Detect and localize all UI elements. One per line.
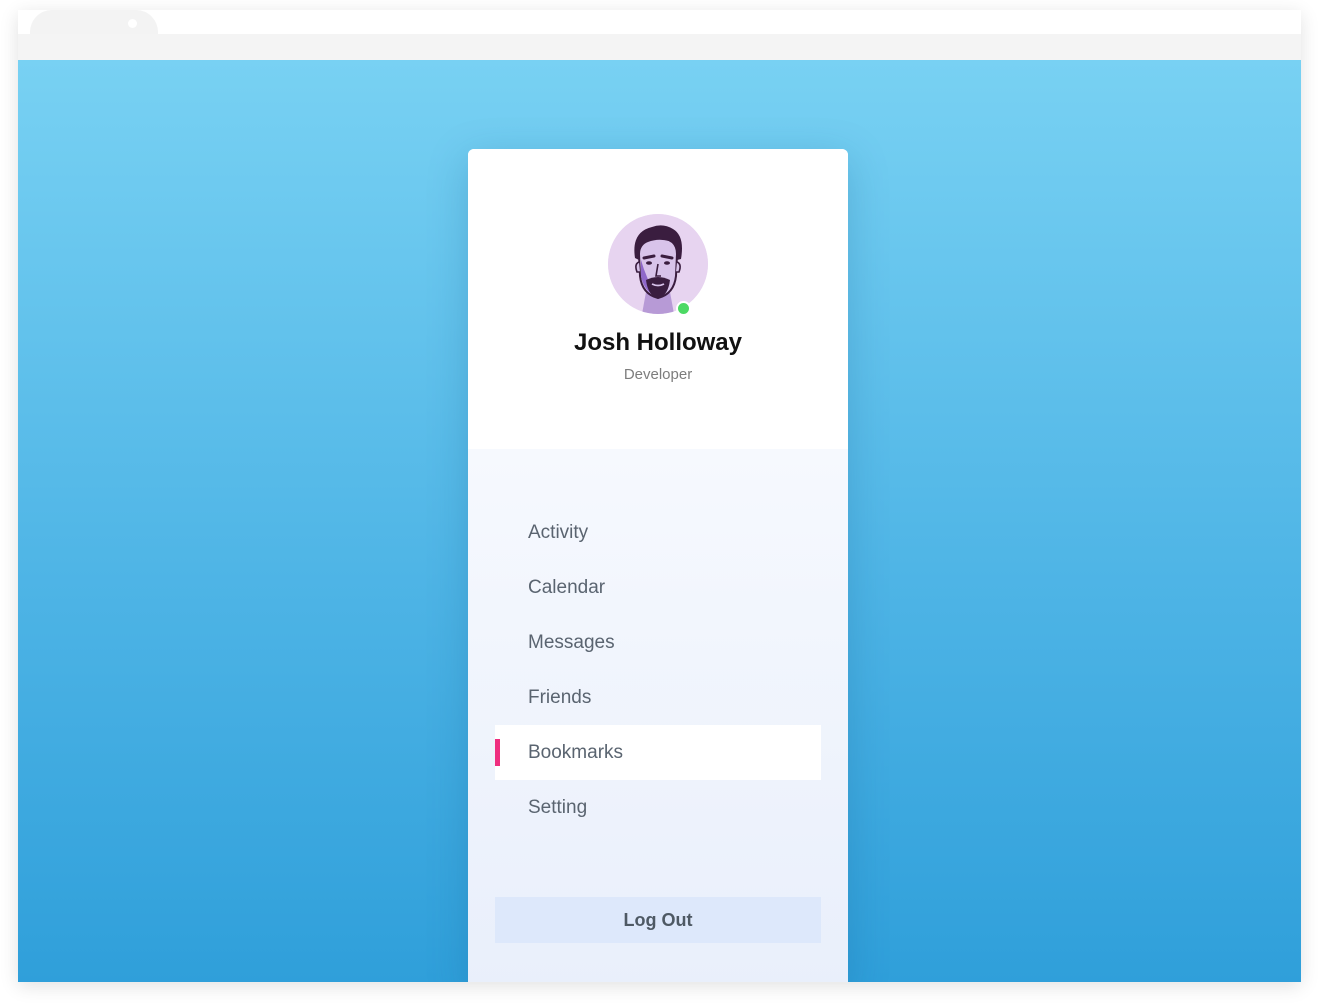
page-viewport: Josh Holloway Developer Activity Calenda… xyxy=(18,60,1301,982)
tab-dot-icon xyxy=(128,19,137,28)
user-role: Developer xyxy=(623,366,693,383)
menu-item-label: Messages xyxy=(528,632,615,653)
menu-item-label: Friends xyxy=(528,687,592,708)
menu-item-activity[interactable]: Activity xyxy=(495,505,821,560)
navigation-menu: Activity Calendar Messages Friends Bookm… xyxy=(468,449,848,982)
menu-item-label: Activity xyxy=(528,522,589,543)
menu-list: Activity Calendar Messages Friends Bookm… xyxy=(495,505,821,835)
profile-header: Josh Holloway Developer xyxy=(468,149,848,449)
browser-window: Josh Holloway Developer Activity Calenda… xyxy=(18,10,1301,982)
menu-item-label: Setting xyxy=(528,797,588,818)
menu-item-messages[interactable]: Messages xyxy=(495,615,821,670)
avatar[interactable] xyxy=(608,214,708,314)
menu-item-bookmarks[interactable]: Bookmarks xyxy=(495,725,821,780)
avatar-illustration-icon xyxy=(608,214,708,314)
menu-item-calendar[interactable]: Calendar xyxy=(495,560,821,615)
logout-button[interactable]: Log Out xyxy=(495,897,821,943)
menu-item-label: Calendar xyxy=(528,577,606,598)
profile-menu-card: Josh Holloway Developer Activity Calenda… xyxy=(468,149,848,982)
menu-item-setting[interactable]: Setting xyxy=(495,780,821,835)
browser-toolbar xyxy=(18,34,1301,60)
menu-item-friends[interactable]: Friends xyxy=(495,670,821,725)
menu-item-label: Bookmarks xyxy=(528,742,624,763)
user-name: Josh Holloway xyxy=(573,329,743,356)
active-indicator xyxy=(495,739,500,766)
online-status-icon xyxy=(676,301,691,316)
